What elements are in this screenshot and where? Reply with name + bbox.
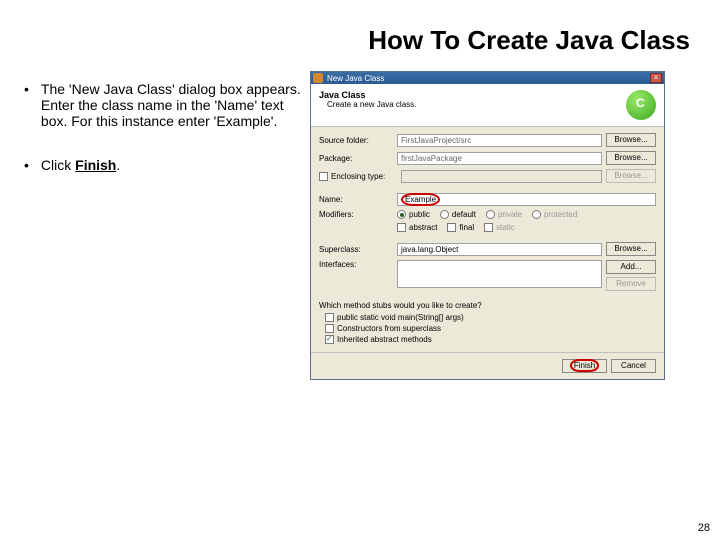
name-label: Name: — [319, 195, 397, 204]
browse-superclass-button[interactable]: Browse... — [606, 242, 656, 256]
enclosing-checkbox[interactable] — [319, 172, 328, 181]
browse-source-button[interactable]: Browse... — [606, 133, 656, 147]
modifier-static-checkbox — [484, 223, 493, 232]
interfaces-listbox[interactable] — [397, 260, 602, 288]
modifier-abstract-checkbox[interactable] — [397, 223, 406, 232]
source-folder-label: Source folder: — [319, 136, 397, 145]
modifier-public-radio[interactable] — [397, 210, 406, 219]
source-folder-input[interactable]: FirstJavaProject/src — [397, 134, 602, 147]
superclass-label: Superclass: — [319, 245, 397, 254]
dialog-header-title: Java Class — [319, 90, 626, 100]
stub-inherited-checkbox[interactable] — [325, 335, 334, 344]
slide-title: How To Create Java Class — [0, 0, 720, 71]
browse-enclosing-button: Browse... — [606, 169, 656, 183]
dialog-title: New Java Class — [327, 74, 384, 83]
enclosing-input — [401, 170, 602, 183]
close-icon[interactable]: × — [650, 73, 662, 83]
dialog-titlebar: New Java Class × — [311, 72, 664, 84]
enclosing-label: Enclosing type: — [331, 172, 401, 181]
wizard-class-icon — [626, 90, 656, 120]
bullet-dot: • — [24, 81, 29, 129]
stubs-question: Which method stubs would you like to cre… — [319, 298, 656, 313]
bullet-1-text: The 'New Java Class' dialog box appears.… — [41, 81, 310, 129]
package-label: Package: — [319, 154, 397, 163]
name-input[interactable]: Example — [397, 193, 656, 206]
remove-interface-button: Remove — [606, 277, 656, 291]
modifier-private-radio — [486, 210, 495, 219]
page-number: 28 — [698, 522, 710, 534]
finish-button[interactable]: Finish — [562, 359, 607, 373]
superclass-input[interactable]: java.lang.Object — [397, 243, 602, 256]
stub-super-checkbox[interactable] — [325, 324, 334, 333]
new-java-class-dialog: New Java Class × Java Class Create a new… — [310, 71, 665, 380]
interfaces-label: Interfaces: — [319, 260, 397, 269]
modifier-default-radio[interactable] — [440, 210, 449, 219]
add-interface-button[interactable]: Add... — [606, 260, 656, 274]
dialog-icon — [313, 73, 323, 83]
cancel-button[interactable]: Cancel — [611, 359, 656, 373]
dialog-header-subtitle: Create a new Java class. — [319, 100, 626, 109]
bullet-2-text: Click Finish. — [41, 157, 120, 173]
package-input[interactable]: firstJavaPackage — [397, 152, 602, 165]
bullet-list: • The 'New Java Class' dialog box appear… — [20, 71, 310, 380]
stub-main-checkbox[interactable] — [325, 313, 334, 322]
browse-package-button[interactable]: Browse... — [606, 151, 656, 165]
bullet-dot: • — [24, 157, 29, 173]
modifier-final-checkbox[interactable] — [447, 223, 456, 232]
dialog-header: Java Class Create a new Java class. — [311, 84, 664, 127]
modifier-protected-radio — [532, 210, 541, 219]
modifiers-label: Modifiers: — [319, 210, 397, 219]
name-highlight: Example — [401, 193, 440, 206]
